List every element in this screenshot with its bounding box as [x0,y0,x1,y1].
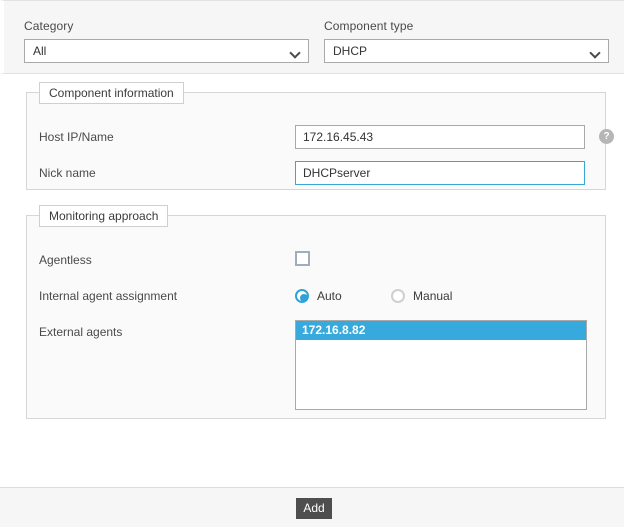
internal-agent-assignment-row: Internal agent assignment Auto Manual [27,284,605,308]
external-agents-listbox[interactable]: 172.16.8.82 [295,320,587,410]
radio-option-auto[interactable]: Auto [295,289,342,303]
host-ip-field-wrap [295,125,585,149]
monitoring-approach-legend: Monitoring approach [39,205,169,227]
radio-option-manual[interactable]: Manual [391,289,452,303]
nick-name-input[interactable] [295,161,585,185]
component-information-panel: Component information Host IP/Name ? Nic… [26,82,614,190]
external-agents-label: External agents [39,325,123,339]
component-type-selected-value: DHCP [333,44,368,58]
host-ip-input[interactable] [295,125,585,149]
category-selected-value: All [33,44,47,58]
component-type-filter-group: Component type DHCP [324,19,609,63]
nick-name-field-wrap [295,161,585,185]
chevron-down-icon [591,49,600,54]
category-filter-group: Category All [24,19,309,63]
external-agents-listbox-wrap: 172.16.8.82 [295,320,587,410]
nick-name-row: Nick name [27,161,605,185]
host-ip-label: Host IP/Name [39,130,114,144]
monitoring-approach-panel: Monitoring approach Agentless Internal a… [26,205,606,419]
radio-auto-label: Auto [317,289,342,303]
category-label: Category [24,19,74,33]
chevron-down-icon [291,49,300,54]
category-select[interactable]: All [24,39,309,63]
agentless-label: Agentless [39,253,92,267]
agentless-checkbox[interactable] [295,251,310,266]
agentless-row: Agentless [27,248,605,272]
host-ip-row: Host IP/Name ? [27,125,614,149]
component-type-select[interactable]: DHCP [324,39,609,63]
agentless-checkbox-wrap [295,251,310,269]
internal-agent-radio-group: Auto Manual [295,289,498,306]
filter-toolbar: Category All Component type DHCP [0,0,624,74]
footer-bar: Add [0,487,624,527]
radio-manual-indicator [391,289,406,303]
component-information-legend: Component information [39,82,184,104]
list-item[interactable]: 172.16.8.82 [296,321,586,340]
nick-name-label: Nick name [39,166,96,180]
radio-manual-label: Manual [413,289,453,303]
internal-agent-assignment-label: Internal agent assignment [39,289,178,303]
component-type-label: Component type [324,19,414,33]
radio-auto-indicator [295,289,309,303]
help-icon[interactable]: ? [599,129,614,144]
add-button[interactable]: Add [296,498,332,519]
external-agents-row: External agents 172.16.8.82 [27,320,605,412]
